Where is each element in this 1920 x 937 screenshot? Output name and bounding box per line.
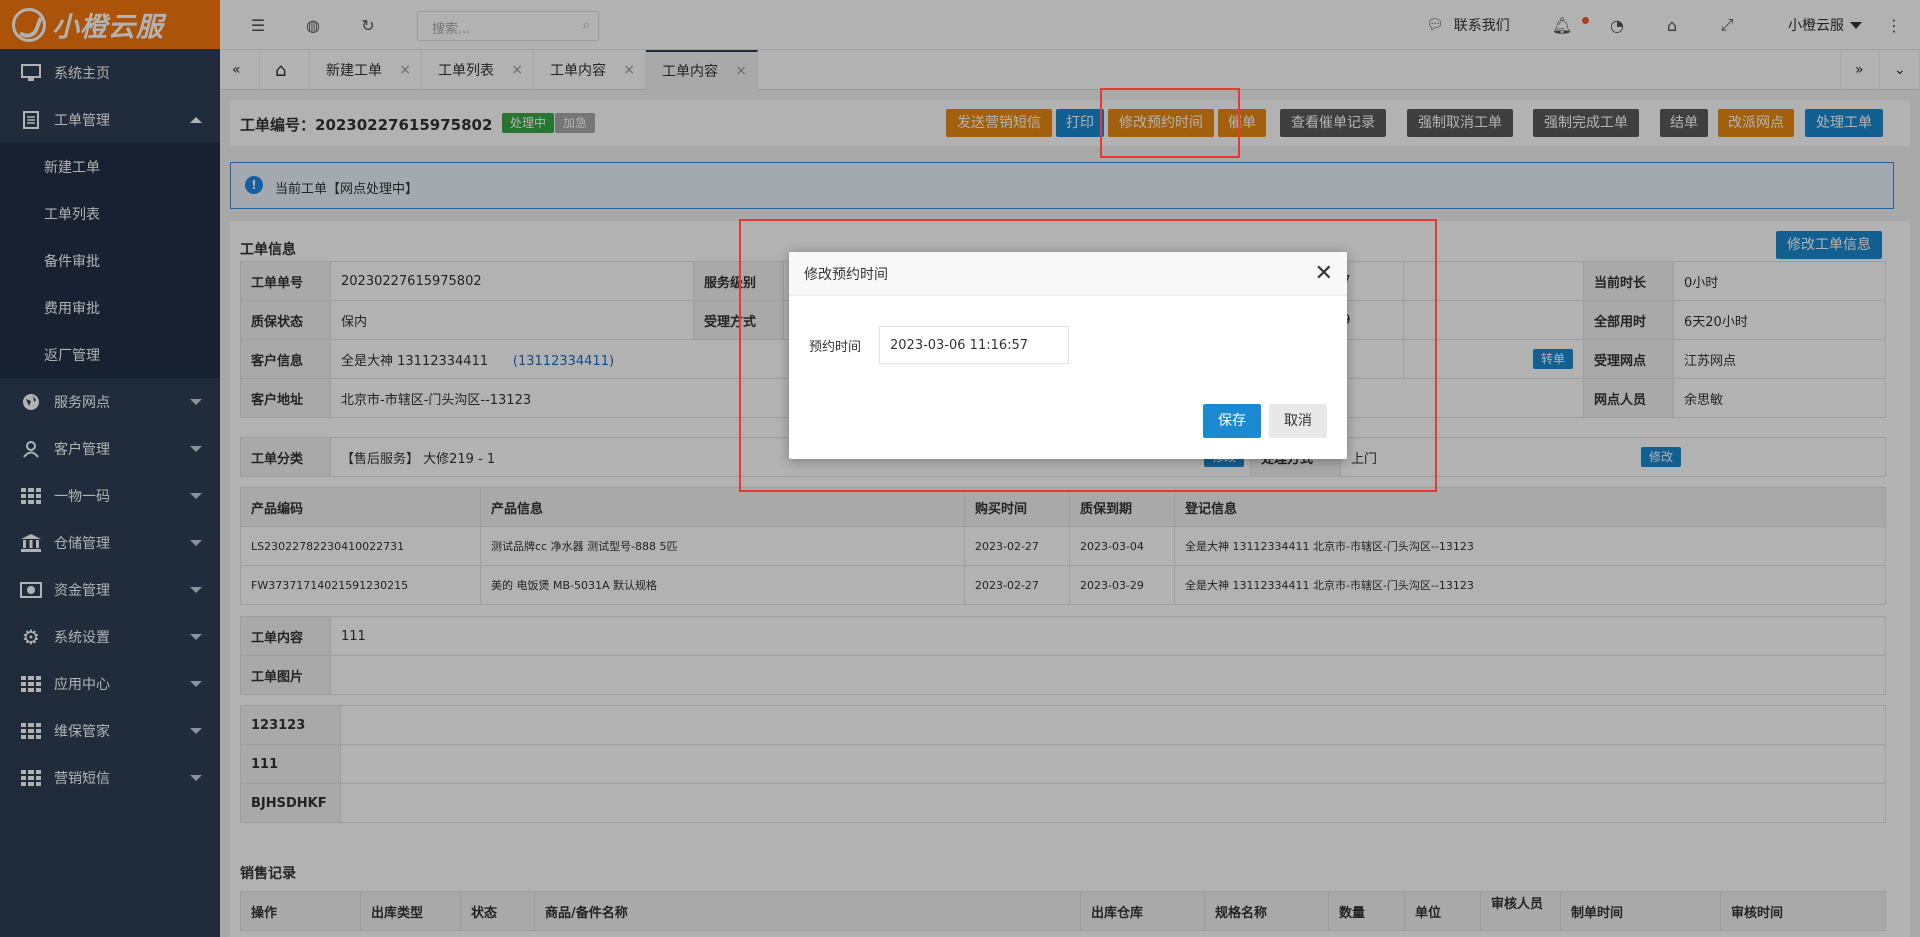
- highlight-box: [1100, 88, 1240, 158]
- highlight-box: [739, 219, 1437, 492]
